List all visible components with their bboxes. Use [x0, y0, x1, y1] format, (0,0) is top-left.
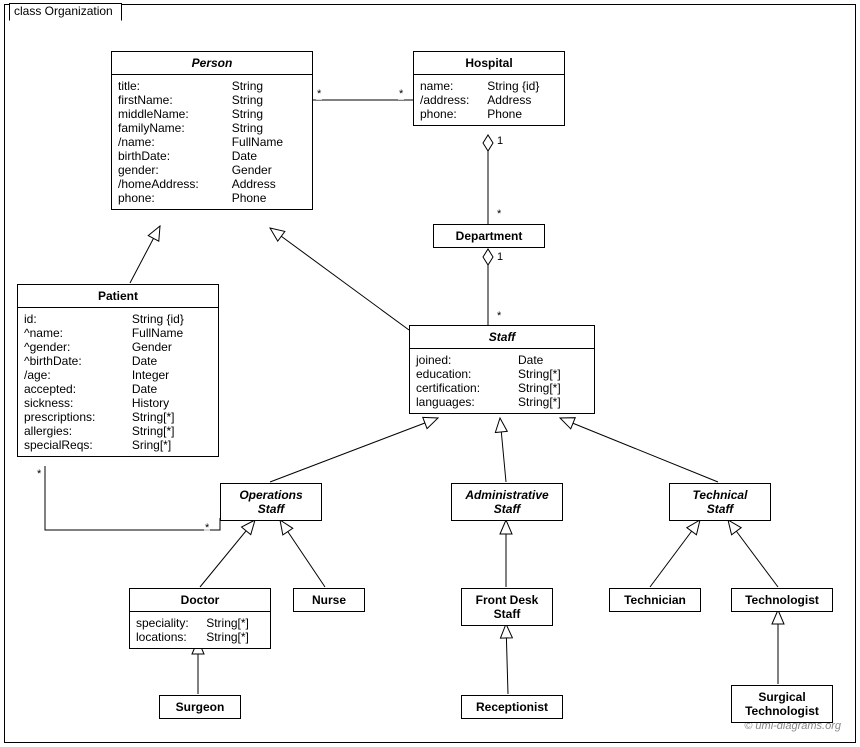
class-person-title: Person	[112, 52, 312, 75]
class-nurse-title: Nurse	[294, 589, 364, 611]
class-person: Person title:StringfirstName:Stringmiddl…	[111, 51, 313, 210]
class-technician-title: Technician	[610, 589, 700, 611]
class-technician: Technician	[609, 588, 701, 612]
mult-staff-star: *	[496, 310, 502, 322]
mult-person-hospital-left: *	[316, 88, 322, 100]
class-staff-title: Staff	[410, 326, 594, 349]
class-surgtech: Surgical Technologist	[731, 685, 833, 723]
class-patient: Patient id:String {id}^name:FullName^gen…	[17, 284, 219, 457]
class-hospital: Hospital name:String {id}/address:Addres…	[413, 51, 565, 126]
class-patient-attrs: id:String {id}^name:FullName^gender:Gend…	[18, 308, 218, 456]
class-receptionist: Receptionist	[461, 695, 563, 719]
class-ops-title: Operations Staff	[221, 484, 321, 520]
class-person-attrs: title:StringfirstName:StringmiddleName:S…	[112, 75, 312, 209]
class-surgtech-title: Surgical Technologist	[732, 686, 832, 722]
class-technologist: Technologist	[731, 588, 833, 612]
class-doctor: Doctor speciality:String[*]locations:Str…	[129, 588, 271, 649]
mult-patient-star: *	[36, 468, 42, 480]
class-surgeon-title: Surgeon	[160, 696, 240, 718]
class-admin-title: Administrative Staff	[452, 484, 562, 520]
mult-dept-1: 1	[496, 251, 504, 263]
class-department-title: Department	[434, 225, 544, 247]
class-doctor-title: Doctor	[130, 589, 270, 612]
frame-title: class Organization	[9, 3, 122, 21]
diagram-frame: class Organization Person title:Stringfi…	[0, 0, 860, 747]
mult-hospital-1: 1	[496, 135, 504, 147]
class-admin-staff: Administrative Staff	[451, 483, 563, 521]
mult-person-hospital-right: *	[398, 88, 404, 100]
class-technologist-title: Technologist	[732, 589, 832, 611]
mult-dept-star: *	[496, 208, 502, 220]
class-tech-title: Technical Staff	[670, 484, 770, 520]
class-surgeon: Surgeon	[159, 695, 241, 719]
class-nurse: Nurse	[293, 588, 365, 612]
class-doctor-attrs: speciality:String[*]locations:String[*]	[130, 612, 270, 648]
class-receptionist-title: Receptionist	[462, 696, 562, 718]
class-hospital-title: Hospital	[414, 52, 564, 75]
class-hospital-attrs: name:String {id}/address:Addressphone:Ph…	[414, 75, 564, 125]
class-frontdesk-title: Front Desk Staff	[462, 589, 552, 625]
class-department: Department	[433, 224, 545, 248]
class-ops-staff: Operations Staff	[220, 483, 322, 521]
class-staff: Staff joined:Dateeducation:String[*]cert…	[409, 325, 595, 414]
class-tech-staff: Technical Staff	[669, 483, 771, 521]
class-patient-title: Patient	[18, 285, 218, 308]
class-staff-attrs: joined:Dateeducation:String[*]certificat…	[410, 349, 594, 413]
class-frontdesk: Front Desk Staff	[461, 588, 553, 626]
mult-ops-star: *	[204, 522, 210, 534]
